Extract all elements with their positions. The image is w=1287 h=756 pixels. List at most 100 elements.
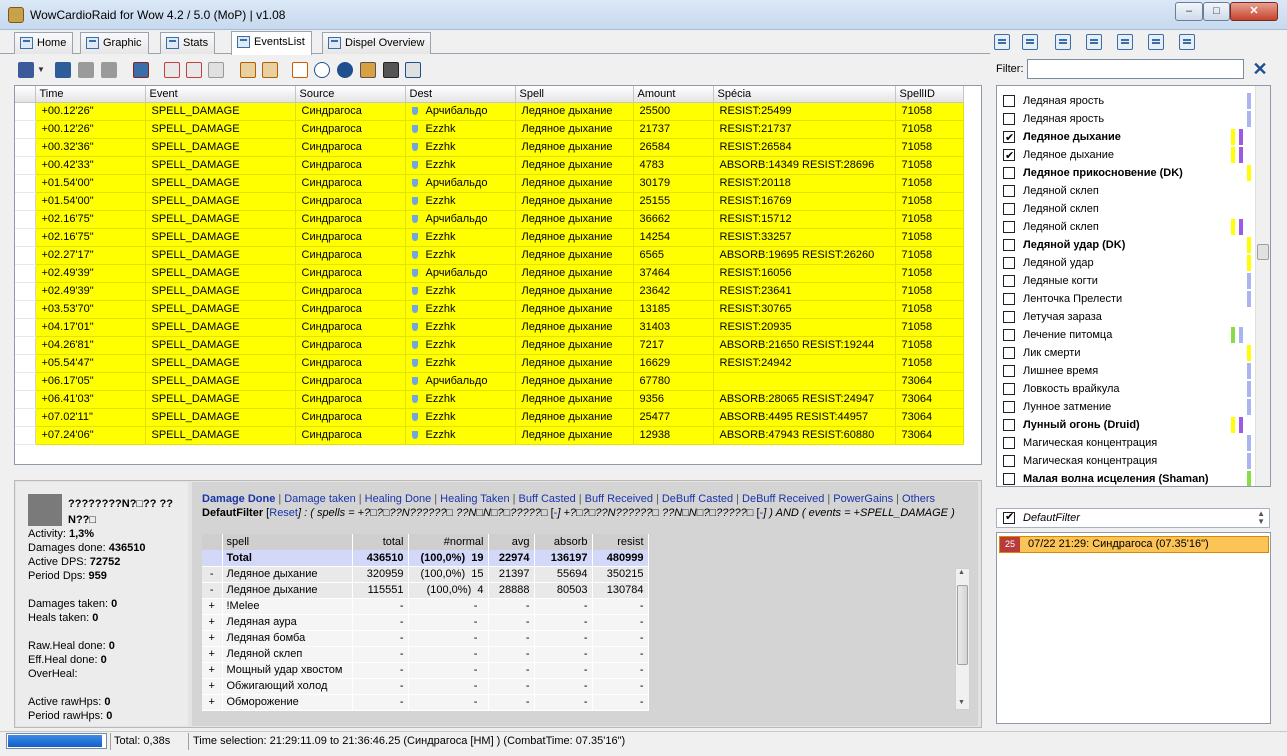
tab-eventslist[interactable]: EventsList <box>231 31 312 55</box>
spell-checkbox[interactable] <box>1003 113 1015 125</box>
spell-list-scrollbar[interactable] <box>1255 86 1270 486</box>
spell-filter-item[interactable]: Лечение питомца <box>997 326 1255 344</box>
table-row[interactable]: +07.24'06" SPELL_DAMAGE Синдрагоса Ezzhk Лед… <box>15 426 964 445</box>
row-header[interactable] <box>15 354 36 373</box>
spell-filter-item[interactable]: Ледяные когти <box>997 272 1255 290</box>
table-row[interactable]: +00.42'33" SPELL_DAMAGE Синдрагоса Ezzhk Лед… <box>15 156 964 175</box>
row-header[interactable] <box>15 174 36 193</box>
spell-filter-item[interactable]: Ледяное дыхание <box>997 128 1255 147</box>
row-header[interactable] <box>15 138 36 157</box>
spell-checkbox[interactable] <box>1003 185 1015 197</box>
zoom-icon[interactable] <box>314 62 330 78</box>
spell-row[interactable]: + !Melee - - --- <box>202 598 649 615</box>
row-header[interactable] <box>15 426 36 445</box>
spell-checkbox[interactable] <box>1003 95 1015 107</box>
spell-checkbox[interactable] <box>1003 347 1015 359</box>
col-resist[interactable]: resist <box>592 534 649 550</box>
filter-link-1[interactable]: Damage taken <box>284 493 356 505</box>
spell-filter-item[interactable]: Ледяной удар <box>997 254 1255 272</box>
spell-checkbox[interactable] <box>1003 419 1015 431</box>
swap-icon[interactable] <box>262 62 278 78</box>
filter-link-9[interactable]: Others <box>902 493 935 505</box>
row-header[interactable] <box>15 156 36 175</box>
close-button[interactable]: ✕ <box>1230 2 1278 21</box>
list-view-icon[interactable] <box>1055 34 1071 50</box>
play-icon[interactable] <box>101 62 117 78</box>
row-header[interactable] <box>15 192 36 211</box>
row-header[interactable] <box>15 390 36 409</box>
table-row[interactable]: +07.02'11" SPELL_DAMAGE Синдрагоса Ezzhk Лед… <box>15 408 964 427</box>
col-amount[interactable]: Amount <box>633 86 714 103</box>
col-special[interactable]: Spécia <box>713 86 896 103</box>
table-row[interactable]: +02.16'75" SPELL_DAMAGE Синдрагоса Ezzhk Лед… <box>15 228 964 247</box>
table-row[interactable]: +04.17'01" SPELL_DAMAGE Синдрагоса Ezzhk Лед… <box>15 318 964 337</box>
row-header[interactable] <box>15 336 36 355</box>
lock-icon[interactable] <box>383 62 399 78</box>
row-header[interactable] <box>15 228 36 247</box>
table-row[interactable]: +00.32'36" SPELL_DAMAGE Синдрагоса Ezzhk Лед… <box>15 138 964 157</box>
spell-checkbox[interactable] <box>1003 401 1015 413</box>
spell-filter-item[interactable]: Ледяной склеп <box>997 182 1255 200</box>
expand-toggle[interactable]: - <box>202 582 223 599</box>
info-icon[interactable] <box>337 62 353 78</box>
spell-checkbox[interactable] <box>1003 203 1015 215</box>
spell-filter-item[interactable]: Ледяное дыхание <box>997 146 1255 165</box>
reset-link[interactable]: Reset <box>269 507 298 519</box>
spell-filter-item[interactable]: Ледяной склеп <box>997 218 1255 236</box>
dropdown-arrow-icon[interactable]: ▼ <box>37 65 45 74</box>
expand-icon[interactable] <box>208 62 224 78</box>
table-row[interactable]: +02.49'39" SPELL_DAMAGE Синдрагоса Ezzhk Лед… <box>15 282 964 301</box>
row-header[interactable] <box>15 264 36 283</box>
spell-checkbox[interactable] <box>1003 147 1015 165</box>
filter-link-6[interactable]: DeBuff Casted <box>662 493 733 505</box>
spell-filter-item[interactable]: Магическая концентрация <box>997 452 1255 470</box>
spell-row[interactable]: + Обморожение - - --- <box>202 694 649 711</box>
filter-link-3[interactable]: Healing Taken <box>440 493 510 505</box>
clear-filter-icon[interactable]: ✕ <box>1252 60 1268 78</box>
save-as-icon[interactable] <box>55 62 71 78</box>
scrollbar-thumb[interactable] <box>957 585 968 665</box>
spell-filter-item[interactable]: Магическая концентрация <box>997 434 1255 452</box>
col-source[interactable]: Source <box>295 86 406 103</box>
filter-link-4[interactable]: Buff Casted <box>519 493 576 505</box>
col-dest[interactable]: Dest <box>405 86 516 103</box>
col-avg[interactable]: avg <box>488 534 535 550</box>
col-absorb[interactable]: absorb <box>534 534 593 550</box>
spell-checkbox[interactable] <box>1003 275 1015 287</box>
spell-filter-item[interactable]: Малая волна исцеления (Shaman) <box>997 470 1255 486</box>
row-header[interactable] <box>15 300 36 319</box>
table-row[interactable]: +01.54'00" SPELL_DAMAGE Синдрагоса Арчибаль… <box>15 174 964 193</box>
spell-checkbox[interactable] <box>1003 239 1015 251</box>
panel-icon-1[interactable] <box>994 34 1010 50</box>
spell-checkbox[interactable] <box>1003 437 1015 449</box>
spell-checkbox[interactable] <box>1003 329 1015 341</box>
spell-filter-item[interactable]: Лунный огонь (Druid) <box>997 416 1255 434</box>
spell-checkbox[interactable] <box>1003 365 1015 377</box>
image-icon[interactable] <box>1022 34 1038 50</box>
tab-dispel-overview[interactable]: Dispel Overview <box>322 32 432 54</box>
table-row[interactable]: +01.54'00" SPELL_DAMAGE Синдрагоса Ezzhk Лед… <box>15 192 964 211</box>
default-filter-row[interactable]: DefautFilter ▲▼ <box>996 508 1270 528</box>
hourglass-icon[interactable] <box>78 62 94 78</box>
expand-toggle[interactable]: + <box>202 662 223 679</box>
spell-filter-item[interactable]: Ледяная ярость <box>997 110 1255 128</box>
filter-link-8[interactable]: PowerGains <box>833 493 893 505</box>
spell-row[interactable]: + Обжигающий холод - - --- <box>202 678 649 695</box>
scrollbar-thumb[interactable] <box>1257 244 1269 260</box>
spin-arrows-icon[interactable]: ▲ ▼ <box>1257 510 1265 526</box>
expand-toggle[interactable]: + <box>202 614 223 631</box>
table-row[interactable]: +02.16'75" SPELL_DAMAGE Синдрагоса Арчибаль… <box>15 210 964 229</box>
filter-input[interactable] <box>1027 59 1244 79</box>
spell-filter-item[interactable]: Лишнее время <box>997 362 1255 380</box>
tab-home[interactable]: Home <box>14 32 74 54</box>
col-time[interactable]: Time <box>35 86 146 103</box>
minimize-button[interactable]: – <box>1175 2 1203 21</box>
spell-row[interactable]: + Мощный удар хвостом - - --- <box>202 662 649 679</box>
details-icon[interactable] <box>1086 34 1102 50</box>
filter-link-7[interactable]: DeBuff Received <box>742 493 824 505</box>
session-item[interactable]: 25 07/22 21:29: Синдрагоса (07.35'16") <box>999 536 1269 553</box>
spell-checkbox[interactable] <box>1003 473 1015 485</box>
spell-checkbox[interactable] <box>1003 129 1015 147</box>
scroll-down-icon[interactable]: ▼ <box>958 699 965 706</box>
table-row[interactable]: +02.27'17" SPELL_DAMAGE Синдрагоса Ezzhk Лед… <box>15 246 964 265</box>
